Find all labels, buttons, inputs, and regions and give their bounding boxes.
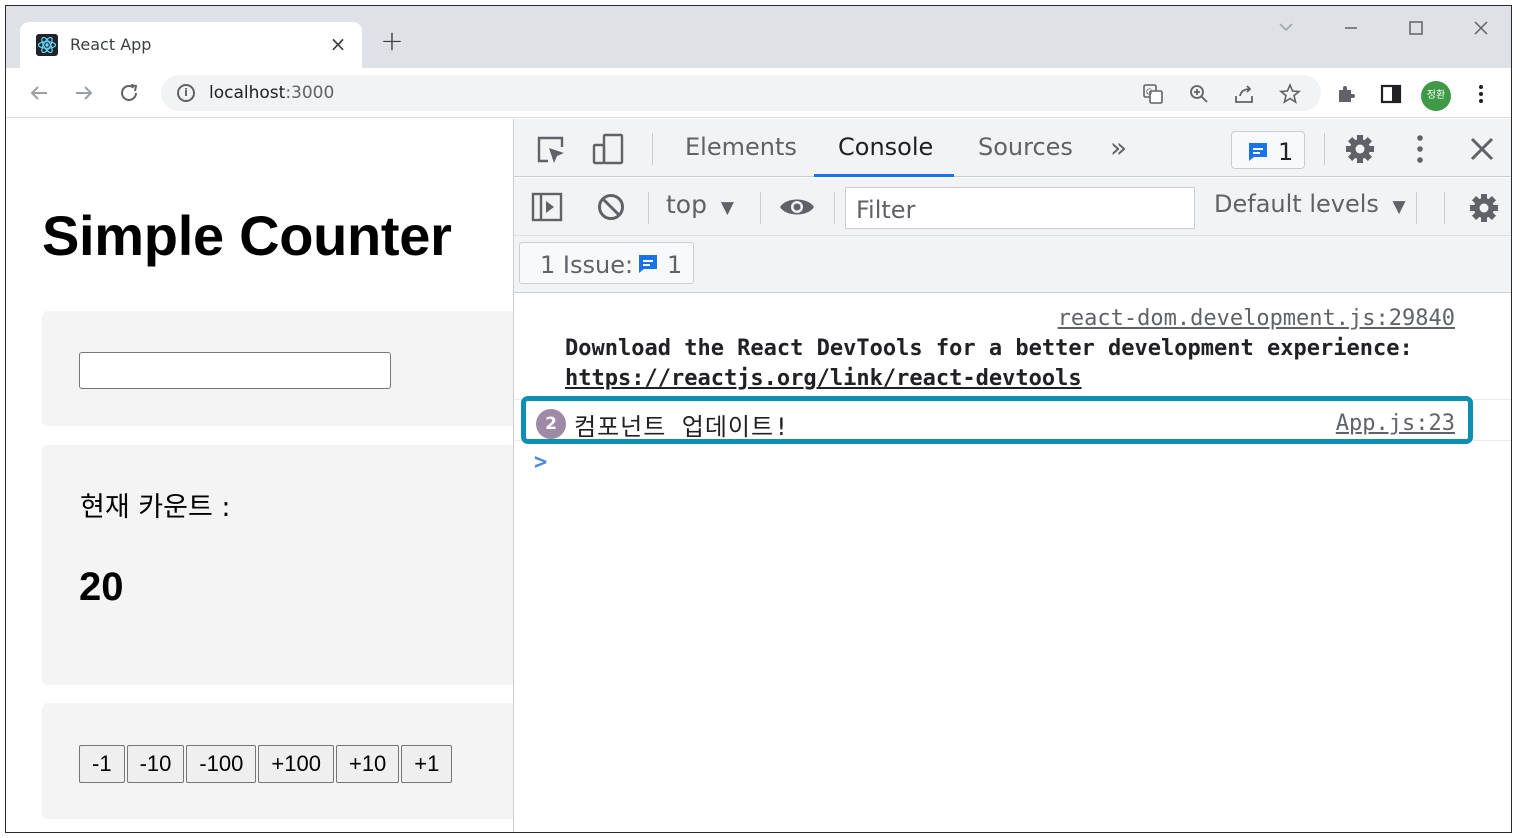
bookmark-star-icon[interactable]: [1278, 82, 1302, 106]
devtools-tab-bar: Elements Console Sources » 1: [514, 119, 1511, 177]
highlight-annotation-box: [521, 396, 1473, 444]
console-settings-gear-icon[interactable]: [1468, 192, 1500, 228]
share-icon[interactable]: [1232, 82, 1256, 106]
extensions-puzzle-icon[interactable]: [1334, 82, 1358, 106]
issues-counter-count: 1: [1278, 138, 1294, 166]
tab-strip: React App × +: [6, 6, 1511, 68]
message-icon: [1249, 143, 1267, 161]
close-devtools-icon[interactable]: [1468, 135, 1496, 167]
separator: [1324, 133, 1325, 165]
dropdown-triangle-icon: ▼: [720, 198, 734, 218]
live-expression-eye-icon[interactable]: [778, 192, 816, 226]
site-info-icon[interactable]: i: [177, 84, 195, 102]
translate-icon[interactable]: G: [1141, 82, 1165, 106]
separator: [652, 133, 653, 165]
more-options-icon[interactable]: [1410, 133, 1430, 169]
url-text: localhost:3000: [209, 83, 334, 103]
count-label: 현재 카운트 :: [80, 492, 231, 523]
separator: [1444, 192, 1445, 224]
devtools-panel: Elements Console Sources » 1 top ▼ Filte…: [513, 119, 1511, 832]
context-selector[interactable]: top ▼: [666, 190, 734, 219]
react-logo-icon: [36, 34, 58, 56]
tab-console[interactable]: Console: [838, 133, 933, 161]
message-source-link[interactable]: react-dom.development.js:29840: [1058, 306, 1455, 331]
back-arrow-icon[interactable]: [24, 78, 54, 108]
issues-label: 1 Issue:: [540, 251, 634, 279]
new-tab-button[interactable]: +: [378, 27, 406, 56]
forward-arrow-icon[interactable]: [69, 78, 99, 108]
console-prompt-chevron-icon[interactable]: >: [534, 450, 547, 475]
device-toolbar-icon[interactable]: [590, 131, 626, 171]
issues-bar: 1 Issue: 1: [514, 236, 1511, 293]
message-icon: [639, 255, 657, 273]
plus-10-button[interactable]: +10: [335, 745, 400, 783]
more-tabs-chevron-icon[interactable]: »: [1110, 131, 1127, 164]
console-toolbar: top ▼ Filter Default levels ▼: [514, 178, 1511, 236]
devtools-download-link[interactable]: https://reactjs.org/link/react-devtools: [565, 366, 1082, 391]
tab-sources[interactable]: Sources: [978, 133, 1073, 161]
issues-chip-button[interactable]: 1 Issue: 1: [519, 242, 694, 284]
profile-avatar[interactable]: 정환: [1421, 81, 1451, 111]
minimize-icon[interactable]: [1331, 14, 1371, 42]
console-output: react-dom.development.js:29840 Download …: [514, 294, 1511, 832]
chrome-menu-icon[interactable]: [1469, 82, 1493, 106]
web-page: Simple Counter 현재 카운트 : 20 -1 -10 -100 +…: [6, 119, 522, 832]
minus-1-button[interactable]: -1: [79, 745, 125, 783]
separator: [834, 192, 835, 224]
dropdown-triangle-icon: ▼: [1392, 197, 1406, 217]
step-input[interactable]: [79, 352, 391, 389]
browser-window: React App × + i localhost:3000 G 정환 Simp…: [5, 5, 1512, 833]
browser-tab[interactable]: React App ×: [20, 22, 362, 68]
browser-toolbar: i localhost:3000 G 정환: [6, 68, 1511, 118]
separator: [760, 192, 761, 224]
console-message: react-dom.development.js:29840 Download …: [514, 294, 1511, 400]
tab-close-icon[interactable]: ×: [326, 32, 350, 56]
counter-button-row: -1 -10 -100 +100 +10 +1: [79, 745, 454, 783]
filter-placeholder: Filter: [856, 196, 916, 224]
sidebar-toggle-icon[interactable]: [530, 190, 564, 228]
window-close-icon[interactable]: [1461, 14, 1501, 42]
url-port: :3000: [285, 83, 335, 103]
log-levels-value: Default levels: [1214, 190, 1379, 218]
context-selector-value: top: [666, 190, 707, 219]
active-tab-indicator: [814, 174, 954, 177]
buttons-card: -1 -10 -100 +100 +10 +1: [42, 703, 522, 819]
log-levels-dropdown[interactable]: Default levels ▼: [1214, 190, 1406, 218]
tab-title: React App: [70, 35, 152, 54]
step-input-card: [42, 311, 522, 426]
page-title: Simple Counter: [42, 204, 452, 267]
plus-100-button[interactable]: +100: [258, 745, 334, 783]
clear-console-icon[interactable]: [596, 192, 626, 226]
side-panel-icon[interactable]: [1379, 82, 1403, 106]
issues-counter-button[interactable]: 1: [1231, 131, 1305, 169]
inspect-element-icon[interactable]: [534, 133, 568, 171]
minus-100-button[interactable]: -100: [186, 745, 257, 783]
tab-elements[interactable]: Elements: [685, 133, 797, 161]
maximize-icon[interactable]: [1396, 14, 1436, 42]
tab-search-icon[interactable]: [1266, 14, 1306, 42]
svg-text:G: G: [1146, 88, 1152, 97]
reload-icon[interactable]: [114, 78, 144, 108]
issues-count: 1: [667, 251, 683, 279]
count-card: 현재 카운트 : 20: [42, 445, 522, 685]
settings-gear-icon[interactable]: [1344, 133, 1376, 169]
plus-1-button[interactable]: +1: [401, 745, 453, 783]
zoom-icon[interactable]: [1187, 82, 1211, 106]
message-text: Download the React DevTools for a better…: [565, 336, 1413, 361]
url-host: localhost: [209, 83, 286, 103]
console-filter-input[interactable]: Filter: [845, 187, 1195, 229]
separator: [648, 192, 649, 224]
count-value: 20: [79, 565, 124, 609]
minus-10-button[interactable]: -10: [126, 745, 185, 783]
separator: [1416, 192, 1417, 224]
